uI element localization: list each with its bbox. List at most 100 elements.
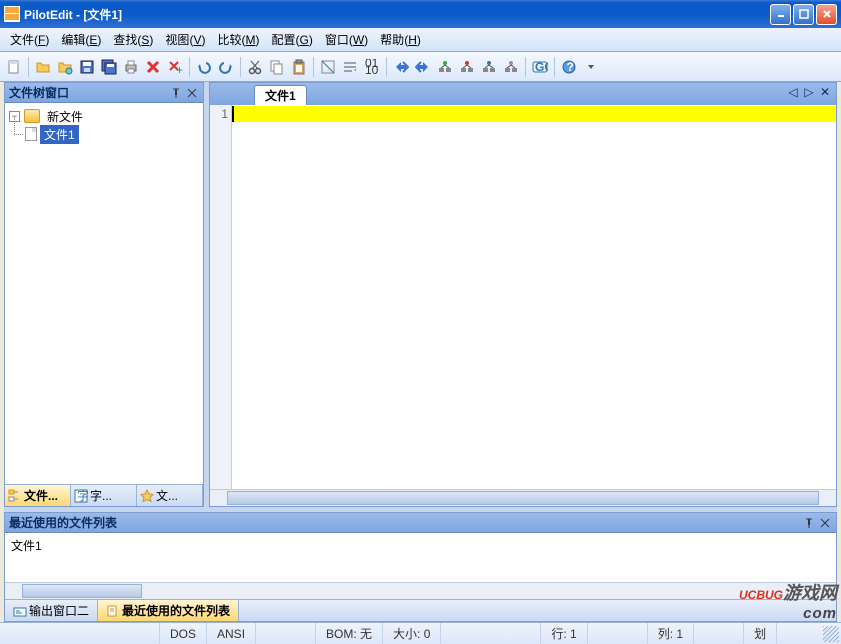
editor-textarea[interactable]	[232, 105, 836, 489]
delete-all-button[interactable]: +	[165, 57, 185, 77]
svg-text:+: +	[176, 63, 183, 75]
line-number: 1	[210, 107, 228, 121]
status-encoding2: ANSI	[207, 623, 256, 644]
close-button[interactable]	[816, 4, 837, 25]
title-bar: PilotEdit - [文件1]	[0, 0, 841, 28]
star-icon	[140, 489, 154, 503]
current-line-highlight	[232, 106, 836, 122]
panel-header: 文件树窗口	[5, 83, 203, 103]
toggle-binary-button[interactable]: 0110	[362, 57, 382, 77]
status-bom: BOM: 无	[316, 623, 383, 644]
scrollbar-thumb[interactable]	[22, 584, 142, 598]
horizontal-scrollbar[interactable]	[5, 582, 836, 599]
editor-pane: 文件1 ◁ ▷ ✕ 1	[209, 82, 837, 507]
menu-view[interactable]: 视图(V)	[159, 29, 211, 50]
print-button[interactable]	[121, 57, 141, 77]
help-button[interactable]: ?	[559, 57, 579, 77]
menu-window[interactable]: 窗口(W)	[319, 29, 374, 50]
file-tree[interactable]: − 新文件 文件1	[5, 103, 203, 484]
resize-grip[interactable]	[823, 626, 839, 642]
run-button[interactable]	[391, 57, 411, 77]
svg-text:?: ?	[567, 60, 574, 74]
tree-item[interactable]: 文件1	[25, 125, 199, 143]
redo-button[interactable]	[216, 57, 236, 77]
maximize-button[interactable]	[793, 4, 814, 25]
menu-config[interactable]: 配置(G)	[265, 29, 318, 50]
minimize-button[interactable]	[770, 4, 791, 25]
cut-button[interactable]	[245, 57, 265, 77]
editor-tab-bar: 文件1 ◁ ▷ ✕	[210, 83, 836, 105]
paste-button[interactable]	[289, 57, 309, 77]
sidebar-tabs: 文件... 字 字... 文...	[5, 484, 203, 506]
separator	[28, 57, 29, 77]
scrollbar-thumb[interactable]	[227, 491, 819, 505]
tab-next-icon[interactable]: ▷	[802, 85, 816, 99]
word-wrap-button[interactable]	[340, 57, 360, 77]
save-button[interactable]	[77, 57, 97, 77]
back-button[interactable]	[413, 57, 433, 77]
close-panel-icon[interactable]	[185, 86, 199, 100]
tree-item-label: 文件1	[40, 125, 79, 144]
list-item[interactable]: 文件1	[11, 537, 830, 554]
menu-help[interactable]: 帮助(H)	[374, 29, 427, 50]
separator	[313, 57, 314, 77]
tree-icon	[8, 489, 22, 503]
close-panel-icon[interactable]	[818, 516, 832, 530]
ftp-button2[interactable]	[457, 57, 477, 77]
sidebar-tab-files[interactable]: 文件...	[5, 485, 71, 506]
pin-icon[interactable]	[169, 86, 183, 100]
status-sel: 划	[744, 623, 777, 644]
recent-files-panel: 最近使用的文件列表 文件1 输出窗口二 最近使用的文件列表	[4, 512, 837, 622]
panel-title: 文件树窗口	[9, 84, 69, 101]
toolbar: + 0110 GO ?	[0, 52, 841, 82]
open-file-button[interactable]	[55, 57, 75, 77]
tab-close-icon[interactable]: ✕	[818, 85, 832, 99]
line-gutter: 1	[210, 105, 232, 489]
file-tree-panel: 文件树窗口 − 新文件 文件1	[4, 82, 204, 507]
panel-header: 最近使用的文件列表	[5, 513, 836, 533]
horizontal-scrollbar[interactable]	[210, 489, 836, 506]
separator	[240, 57, 241, 77]
bottom-tab-recent[interactable]: 最近使用的文件列表	[98, 600, 239, 621]
menu-edit[interactable]: 编辑(E)	[55, 29, 107, 50]
tool-a-button[interactable]	[318, 57, 338, 77]
copy-button[interactable]	[267, 57, 287, 77]
open-folder-button[interactable]	[33, 57, 53, 77]
tree-root[interactable]: − 新文件	[9, 107, 199, 125]
file-icon	[25, 127, 37, 141]
menu-compare[interactable]: 比较(M)	[211, 29, 265, 50]
undo-button[interactable]	[194, 57, 214, 77]
ftp-button3[interactable]	[479, 57, 499, 77]
editor-tab[interactable]: 文件1	[254, 85, 307, 105]
recent-files-list[interactable]: 文件1	[5, 533, 836, 582]
editor-tab-label: 文件1	[265, 87, 296, 104]
menu-find[interactable]: 查找(S)	[107, 29, 159, 50]
new-file-button[interactable]	[4, 57, 24, 77]
go-button[interactable]: GO	[530, 57, 550, 77]
tree-root-label: 新文件	[43, 107, 87, 126]
ftp-button4[interactable]	[501, 57, 521, 77]
tab-prev-icon[interactable]: ◁	[786, 85, 800, 99]
ftp-button1[interactable]	[435, 57, 455, 77]
delete-button[interactable]	[143, 57, 163, 77]
sidebar-tab-chars[interactable]: 字 字...	[71, 485, 137, 506]
pin-icon[interactable]	[802, 516, 816, 530]
status-blank	[0, 623, 160, 644]
app-icon	[4, 6, 20, 22]
sidebar-tab-favorites[interactable]: 文...	[137, 485, 203, 506]
output-icon	[13, 604, 27, 618]
svg-text:GO: GO	[535, 60, 548, 74]
separator	[525, 57, 526, 77]
dropdown-icon[interactable]	[581, 57, 601, 77]
bottom-tabs: 输出窗口二 最近使用的文件列表	[5, 599, 836, 621]
folder-icon	[24, 109, 40, 123]
menu-file[interactable]: 文件(F)	[4, 29, 55, 50]
status-row: 行: 1	[541, 623, 587, 644]
separator	[189, 57, 190, 77]
separator	[554, 57, 555, 77]
bottom-tab-output2[interactable]: 输出窗口二	[5, 600, 98, 621]
status-encoding1: DOS	[160, 623, 207, 644]
save-all-button[interactable]	[99, 57, 119, 77]
status-bar: DOS ANSI BOM: 无 大小: 0 行: 1 列: 1 划	[0, 622, 841, 644]
panel-title: 最近使用的文件列表	[9, 514, 117, 531]
